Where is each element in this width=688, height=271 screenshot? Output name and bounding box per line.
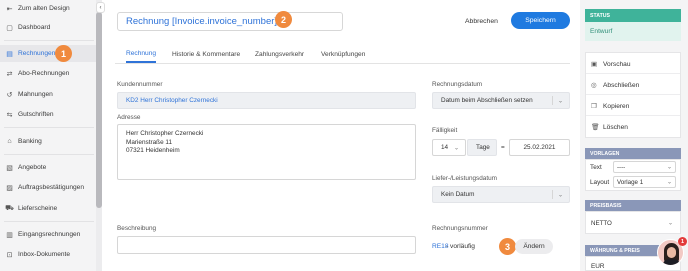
invoice-title: Rechnung [Invoice.invoice_number] xyxy=(126,16,278,27)
address-line: Herr Christopher Czernecki xyxy=(126,130,204,137)
sidebar-item-incoming-invoices[interactable]: ▥ Eingangsrechnungen xyxy=(0,226,96,243)
subscription-icon: ⇄ xyxy=(6,70,13,78)
sidebar-item-offers[interactable]: ▧ Angebote xyxy=(0,159,96,176)
copy-button[interactable]: ❐ Kopieren xyxy=(591,100,629,112)
chevron-down-icon: ⌄ xyxy=(557,98,563,104)
sidebar-item-invoices[interactable]: ▤ Rechnungen xyxy=(0,45,96,62)
sidebar-divider xyxy=(4,154,94,155)
actions-box: ▣ Vorschau ◎ Abschließen ❐ Kopieren 🗑 Lösche… xyxy=(585,52,681,138)
step-badge-1: 1 xyxy=(55,45,72,62)
customer-number-field[interactable]: KD2 Herr Christopher Czernecki xyxy=(117,92,416,109)
cancel-button[interactable]: Abbrechen xyxy=(465,14,498,28)
tab-payments[interactable]: Zahlungsverkehr xyxy=(255,46,304,63)
due-days-select[interactable]: 14 ⌄ xyxy=(432,139,466,156)
layout-template-label: Layout xyxy=(590,179,610,186)
step-badge-2: 2 xyxy=(275,11,292,28)
sidebar-divider xyxy=(4,127,94,128)
currency-value[interactable]: EUR xyxy=(591,263,605,270)
address-line: 07321 Heidenheim xyxy=(126,147,180,155)
invoice-number-label: Rechnungsnummer xyxy=(432,225,488,232)
back-arrow-icon: ⇤ xyxy=(6,5,13,13)
incoming-invoice-icon: ▥ xyxy=(6,231,13,239)
invoice-date-select[interactable]: Datum beim Abschließen setzen ⌄ xyxy=(432,92,570,109)
templates-heading: VORLAGEN xyxy=(585,148,681,159)
chevron-down-icon: ⌄ xyxy=(453,145,459,151)
delivery-date-select[interactable]: Kein Datum ⌄ xyxy=(432,186,570,203)
tab-invoice[interactable]: Rechnung xyxy=(126,46,157,63)
description-label: Beschreibung xyxy=(117,225,157,232)
sidebar-item-banking[interactable]: ⌂ Banking xyxy=(0,133,96,150)
due-date-field[interactable]: 25.02.2021 xyxy=(509,139,570,156)
chevron-down-icon: ⌄ xyxy=(557,192,563,198)
due-equals-sign: = xyxy=(501,144,505,151)
app-window: ⇤ Zum alten Design ▢ Dashboard ▤ Rechnungen… xyxy=(0,0,688,271)
change-invoice-number-button[interactable]: Ändern xyxy=(515,239,553,254)
delivery-date-label: Liefer-/Leistungsdatum xyxy=(432,175,498,182)
address-label: Adresse xyxy=(117,114,141,121)
sidebar-item-reminders[interactable]: ↺ Mahnungen xyxy=(0,86,96,103)
chevron-down-icon: ⌄ xyxy=(667,220,673,227)
check-circle-icon: ◎ xyxy=(591,82,597,89)
tab-bar: Rechnung Historie & Kommentare Zahlungsv… xyxy=(115,46,570,64)
bank-icon: ⌂ xyxy=(7,138,12,145)
price-basis-heading: PREISBASIS xyxy=(585,200,681,211)
sidebar: ⇤ Zum alten Design ▢ Dashboard ▤ Rechnungen… xyxy=(0,0,96,271)
sidebar-item-order-confirmations[interactable]: ▨ Auftragsbestätigungen xyxy=(0,179,96,196)
due-label: Fälligkeit xyxy=(432,127,458,134)
preview-icon: ▣ xyxy=(591,61,598,68)
chevron-down-icon: ⌄ xyxy=(666,179,672,186)
delete-button[interactable]: 🗑 Löschen xyxy=(591,121,628,133)
order-confirmation-icon: ▨ xyxy=(6,184,13,192)
invoice-date-label: Rechnungsdatum xyxy=(432,81,483,88)
status-heading: STATUS xyxy=(585,9,681,22)
step-badge-3: 3 xyxy=(499,238,516,255)
sidebar-scroll-thumb[interactable] xyxy=(96,12,102,208)
credit-note-icon: ⇆ xyxy=(6,111,13,119)
finalize-button[interactable]: ◎ Abschließen xyxy=(591,79,639,91)
tab-history-comments[interactable]: Historie & Kommentare xyxy=(172,46,240,63)
save-button[interactable]: Speichern xyxy=(511,12,570,29)
sidebar-item-subscriptions[interactable]: ⇄ Abo-Rechnungen xyxy=(0,65,96,82)
address-line: Marienstraße 11 xyxy=(126,138,173,146)
chevron-left-icon: ‹ xyxy=(99,4,102,11)
sidebar-item-old-design[interactable]: ⇤ Zum alten Design xyxy=(0,0,96,17)
sidebar-item-inbox-documents[interactable]: ⊡ Inbox-Dokumente xyxy=(0,246,96,263)
collapse-sidebar-button[interactable]: ‹ xyxy=(96,2,105,13)
tab-links[interactable]: Verknüpfungen xyxy=(321,46,365,63)
price-basis-select[interactable]: NETTO ⌄ xyxy=(588,216,676,230)
trash-icon: 🗑 xyxy=(591,124,600,131)
text-template-label: Text xyxy=(590,164,602,171)
notification-badge: 1 xyxy=(678,237,687,246)
description-field[interactable] xyxy=(117,236,416,254)
text-template-select[interactable]: ---- ⌄ xyxy=(613,161,676,173)
invoice-title-field[interactable]: Rechnung [Invoice.invoice_number] xyxy=(117,12,343,31)
status-value: Entwurf xyxy=(585,22,681,41)
preview-button[interactable]: ▣ Vorschau xyxy=(591,58,631,70)
copy-icon: ❐ xyxy=(591,103,597,110)
customer-number-label: Kundennummer xyxy=(117,81,163,88)
sidebar-divider xyxy=(4,40,94,41)
offer-icon: ▧ xyxy=(6,164,13,172)
reminder-icon: ↺ xyxy=(6,91,13,99)
sidebar-item-dashboard[interactable]: ▢ Dashboard xyxy=(0,19,96,36)
invoice-number-status: - vorläufig xyxy=(446,243,475,250)
address-field[interactable]: Herr Christopher Czernecki Marienstraße … xyxy=(117,124,416,180)
sidebar-item-credit-notes[interactable]: ⇆ Gutschriften xyxy=(0,106,96,123)
sidebar-item-delivery-notes[interactable]: ⛟ Lieferscheine xyxy=(0,200,96,217)
dashboard-icon: ▢ xyxy=(6,24,13,32)
inbox-icon: ⊡ xyxy=(6,251,13,259)
due-unit-field[interactable]: Tage xyxy=(467,139,497,156)
delivery-note-icon: ⛟ xyxy=(5,205,14,212)
sidebar-divider xyxy=(4,221,94,222)
invoice-icon: ▤ xyxy=(6,50,13,58)
chevron-down-icon: ⌄ xyxy=(666,164,672,171)
layout-template-select[interactable]: Vorlage 1 ⌄ xyxy=(613,176,676,188)
